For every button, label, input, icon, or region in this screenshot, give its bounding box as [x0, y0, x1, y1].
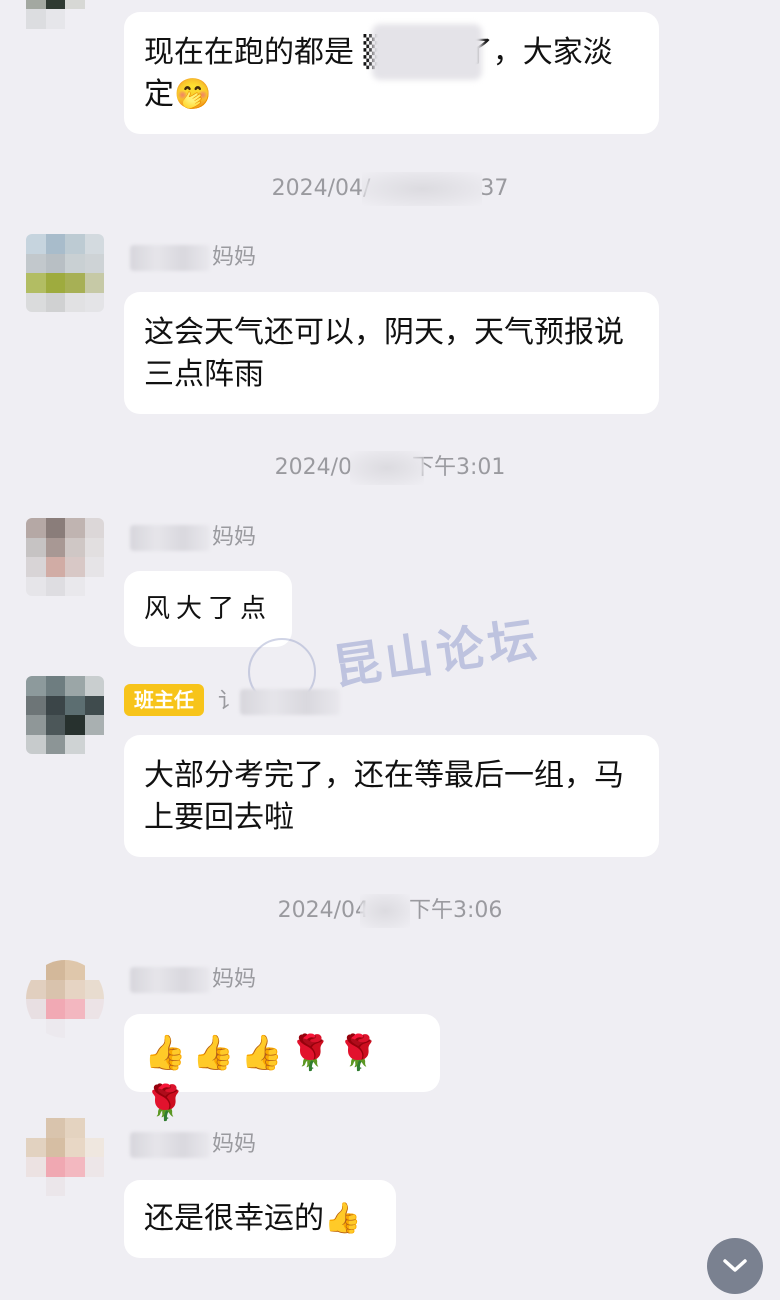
message-bubble[interactable]: 👍👍👍🌹🌹🌹 — [124, 1014, 440, 1123]
message-text: 还是很幸运的👍 — [144, 1201, 362, 1236]
redaction-blur — [362, 172, 482, 206]
timestamp: 2024/04 下午3:06 — [0, 894, 780, 928]
redaction-blur — [240, 689, 341, 715]
message-bubble[interactable]: 大部分考完了，还在等最后一组，马上要回去啦 — [124, 735, 659, 857]
timestamp: 2024/04/37 — [0, 172, 780, 206]
message-text: 这会天气还可以，阴天，天气预报说三点阵雨 — [144, 315, 624, 392]
message-bubble[interactable]: 风大了点 — [124, 571, 292, 647]
message-text: 风大了点 — [144, 594, 273, 624]
avatar[interactable] — [26, 518, 104, 596]
avatar[interactable] — [26, 676, 104, 754]
sender-name: 妈妈 — [130, 1131, 256, 1159]
message-bubble[interactable]: 这会天气还可以，阴天，天气预报说三点阵雨 — [124, 292, 659, 414]
redaction-blur — [130, 525, 210, 551]
sender-name: 妈妈 — [130, 244, 256, 272]
scroll-to-bottom-button[interactable] — [707, 1238, 763, 1294]
message-text: 大部分考完了，还在等最后一组，马上要回去啦 — [144, 758, 624, 835]
avatar[interactable] — [26, 234, 104, 312]
sender-name: 妈妈 — [130, 966, 256, 994]
message-text: 👍👍👍🌹🌹🌹 — [144, 1033, 386, 1123]
avatar[interactable] — [26, 1118, 104, 1196]
redaction-blur — [130, 245, 210, 271]
redaction-blur — [350, 451, 424, 485]
redaction-blur — [130, 1132, 210, 1158]
redaction-blur — [130, 967, 210, 993]
redaction-blur — [360, 894, 410, 928]
avatar[interactable] — [26, 960, 104, 1038]
redaction-blur — [372, 24, 482, 80]
role-badge: 班主任 — [124, 684, 204, 716]
sender-name: 讠 — [218, 688, 342, 716]
sender-name: 妈妈 — [130, 524, 256, 552]
message-bubble[interactable]: 还是很幸运的👍 — [124, 1180, 396, 1258]
timestamp: 2024/0 下午3:01 — [0, 451, 780, 485]
chevron-down-icon — [723, 1259, 747, 1272]
avatar[interactable] — [26, 0, 104, 48]
